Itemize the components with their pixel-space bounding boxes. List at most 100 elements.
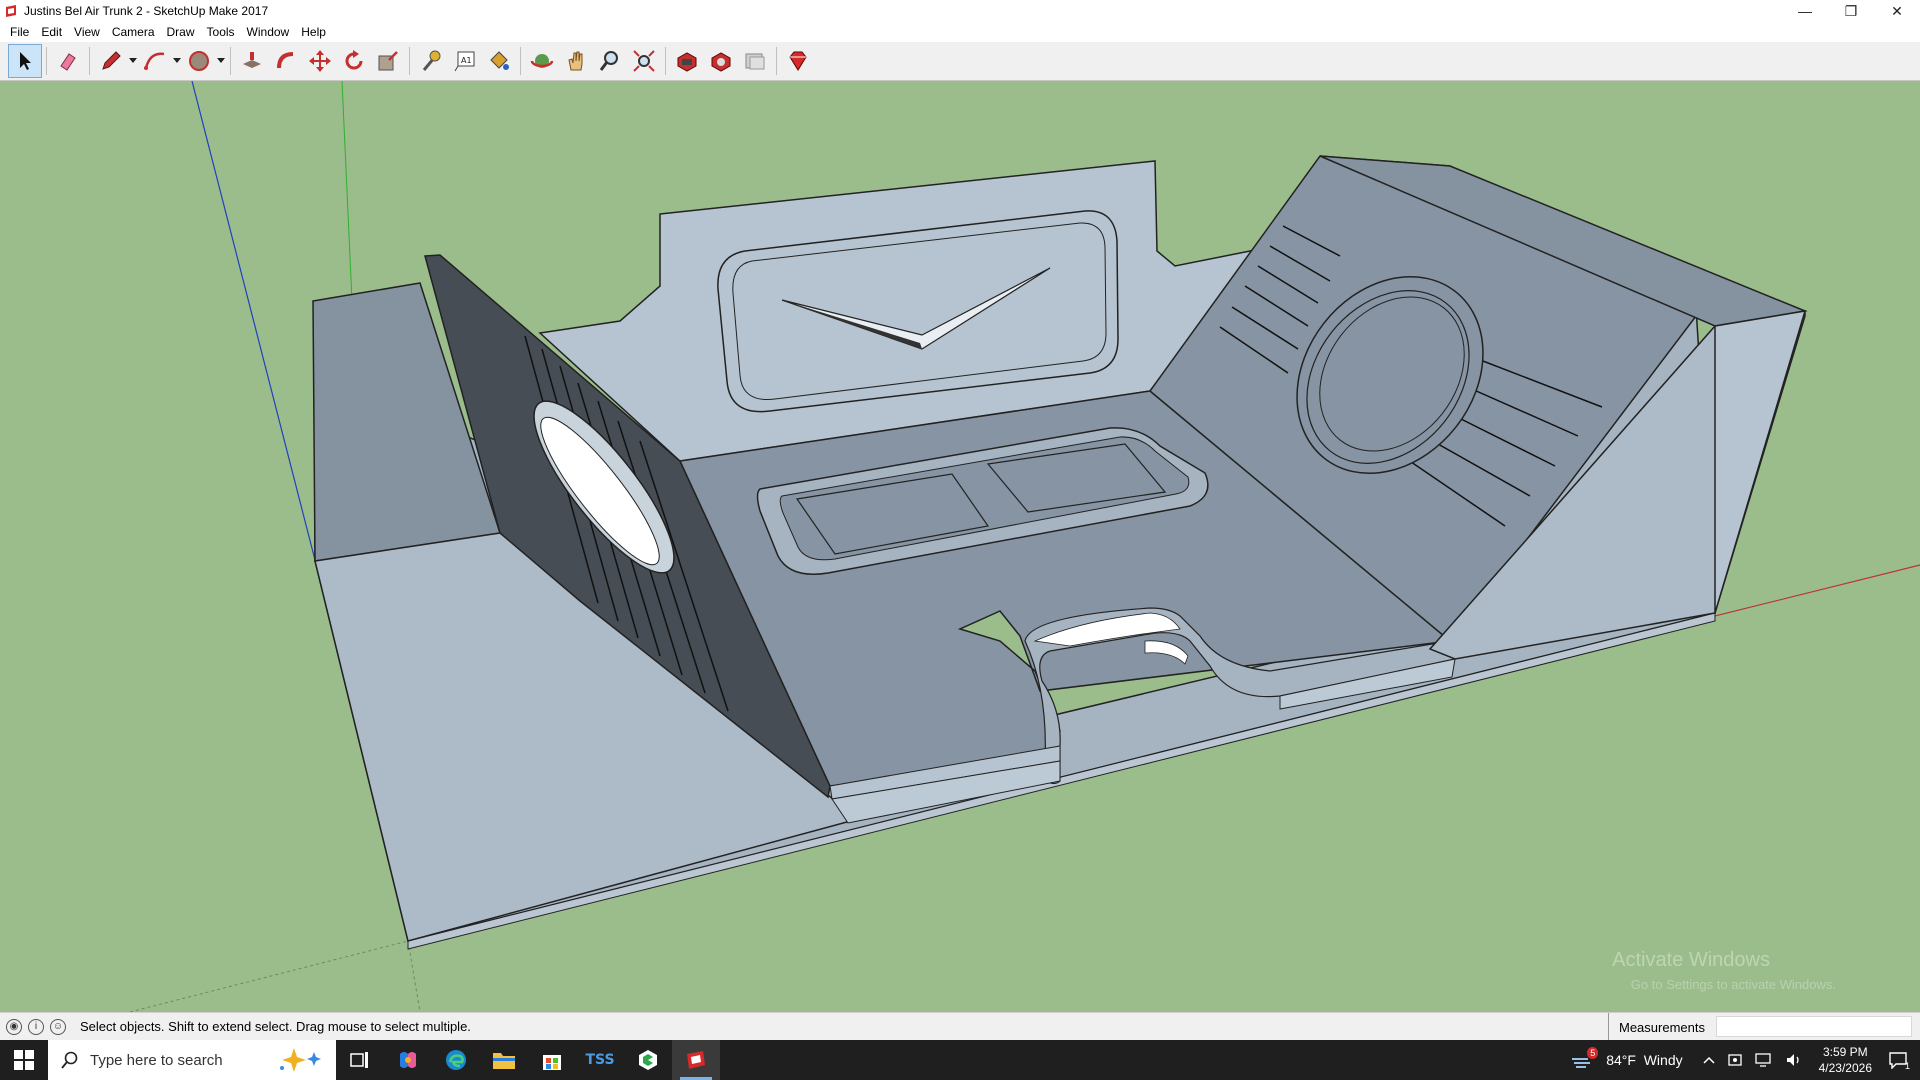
sketchup-taskbar-button[interactable] — [672, 1040, 720, 1080]
orbit-tool-button[interactable] — [525, 44, 559, 78]
toolbar-separator — [409, 47, 410, 75]
weather-alert-badge: 5 — [1587, 1047, 1599, 1059]
start-button[interactable] — [0, 1040, 48, 1080]
ruby-tool-button[interactable] — [781, 44, 815, 78]
task-view-icon — [350, 1052, 368, 1068]
zoom-tool-button[interactable] — [593, 44, 627, 78]
pencil-icon — [102, 51, 121, 70]
menu-file[interactable]: File — [4, 22, 35, 42]
orbit-icon — [530, 54, 554, 68]
3d-warehouse-icon — [677, 52, 697, 72]
pan-tool-button[interactable] — [559, 44, 593, 78]
minimize-button[interactable]: — — [1782, 0, 1828, 22]
volume-icon[interactable] — [1785, 1052, 1803, 1068]
follow-me-tool-button[interactable] — [269, 44, 303, 78]
rotate-tool-button[interactable] — [337, 44, 371, 78]
menu-edit[interactable]: Edit — [35, 22, 68, 42]
chevron-down-icon — [217, 58, 225, 63]
restore-button[interactable]: ❐ — [1828, 0, 1874, 22]
main-toolbar: A1 — [0, 42, 1920, 81]
push-pull-tool-button[interactable] — [235, 44, 269, 78]
scale-icon — [378, 51, 398, 71]
arrow-cursor-icon — [20, 52, 31, 70]
paint-bucket-tool-button[interactable] — [482, 44, 516, 78]
hand-icon — [568, 51, 583, 71]
user-icon[interactable]: ☺ — [50, 1018, 66, 1035]
push-pull-icon — [243, 52, 261, 68]
windows-logo-icon — [14, 1050, 34, 1070]
extension-warehouse-tool-button[interactable] — [704, 44, 738, 78]
store-button[interactable] — [528, 1040, 576, 1080]
edge-icon — [446, 1050, 466, 1070]
status-message: Select objects. Shift to extend select. … — [80, 1019, 471, 1034]
menu-tools[interactable]: Tools — [201, 22, 241, 42]
geo-location-icon[interactable]: ◉ — [6, 1018, 22, 1035]
edge-button[interactable] — [432, 1040, 480, 1080]
meet-now-icon[interactable] — [1727, 1052, 1743, 1068]
zoom-extents-tool-button[interactable] — [627, 44, 661, 78]
chevron-down-icon — [129, 58, 137, 63]
tss-label: TSS — [585, 1052, 615, 1068]
line-tool-button[interactable] — [94, 44, 128, 78]
layout-tool-button[interactable] — [738, 44, 772, 78]
copilot-icon — [400, 1052, 416, 1068]
right-block-side[interactable] — [1714, 310, 1807, 614]
magnifier-icon — [599, 51, 618, 71]
eraser-tool-button[interactable] — [51, 44, 85, 78]
info-icon[interactable]: i — [28, 1018, 44, 1035]
menu-draw[interactable]: Draw — [161, 22, 201, 42]
store-icon — [543, 1055, 561, 1070]
ruby-gem-icon — [789, 51, 807, 71]
layout-icon — [745, 53, 765, 70]
weather-text[interactable]: 84°F Windy — [1606, 1052, 1682, 1068]
window-title: Justins Bel Air Trunk 2 - SketchUp Make … — [24, 4, 269, 18]
arc-tool-button[interactable] — [138, 44, 172, 78]
line-tool-dropdown[interactable] — [128, 44, 138, 78]
tss-button[interactable]: TSS — [576, 1040, 624, 1080]
task-view-button[interactable] — [336, 1040, 384, 1080]
activate-windows-watermark: Activate Windows — [1612, 949, 1770, 971]
model-viewport[interactable]: Activate Windows Go to Settings to activ… — [0, 81, 1920, 1012]
green-axis-line — [341, 81, 353, 302]
sparkle-icon — [280, 1048, 321, 1072]
svg-text:A1: A1 — [461, 56, 472, 65]
file-explorer-button[interactable] — [480, 1040, 528, 1080]
taskbar-search[interactable]: Type here to search — [48, 1040, 336, 1080]
copilot-button[interactable] — [384, 1040, 432, 1080]
move-tool-button[interactable] — [303, 44, 337, 78]
shapes-tool-dropdown[interactable] — [216, 44, 226, 78]
weather-icon[interactable]: 5 — [1570, 1047, 1599, 1069]
select-tool-button[interactable] — [8, 44, 42, 78]
menu-help[interactable]: Help — [295, 22, 332, 42]
toolbar-separator — [520, 47, 521, 75]
clock[interactable]: 3:59 PM 4/23/2026 — [1819, 1044, 1872, 1076]
3d-model-scene[interactable] — [0, 81, 1920, 1012]
green-app-button[interactable] — [624, 1040, 672, 1080]
arc-tool-dropdown[interactable] — [172, 44, 182, 78]
rotate-icon — [345, 50, 363, 70]
network-icon[interactable] — [1754, 1052, 1773, 1068]
measurements-input[interactable] — [1716, 1016, 1912, 1037]
notifications-icon[interactable]: 1 — [1888, 1051, 1910, 1071]
menu-camera[interactable]: Camera — [106, 22, 161, 42]
text-tool-button[interactable]: A1 — [448, 44, 482, 78]
shapes-tool-button[interactable] — [182, 44, 216, 78]
follow-me-icon — [277, 52, 294, 69]
zoom-extents-icon — [633, 50, 655, 72]
menu-view[interactable]: View — [68, 22, 106, 42]
blue-axis-dotted — [407, 940, 421, 1012]
search-placeholder: Type here to search — [90, 1051, 223, 1069]
menu-window[interactable]: Window — [241, 22, 296, 42]
tape-measure-tool-button[interactable] — [414, 44, 448, 78]
windows-taskbar: Type here to search TSS 5 84°F Windy 3:5… — [0, 1040, 1920, 1080]
eraser-icon — [60, 53, 76, 71]
status-bar: ◉ i ☺ Select objects. Shift to extend se… — [0, 1012, 1920, 1041]
warehouse-tool-button[interactable] — [670, 44, 704, 78]
paint-bucket-icon — [490, 51, 509, 70]
chevron-up-icon[interactable] — [1703, 1056, 1715, 1064]
scale-tool-button[interactable] — [371, 44, 405, 78]
measurements-label: Measurements — [1619, 1019, 1705, 1035]
green-app-icon — [639, 1050, 657, 1070]
toolbar-separator — [46, 47, 47, 75]
close-button[interactable]: ✕ — [1874, 0, 1920, 22]
